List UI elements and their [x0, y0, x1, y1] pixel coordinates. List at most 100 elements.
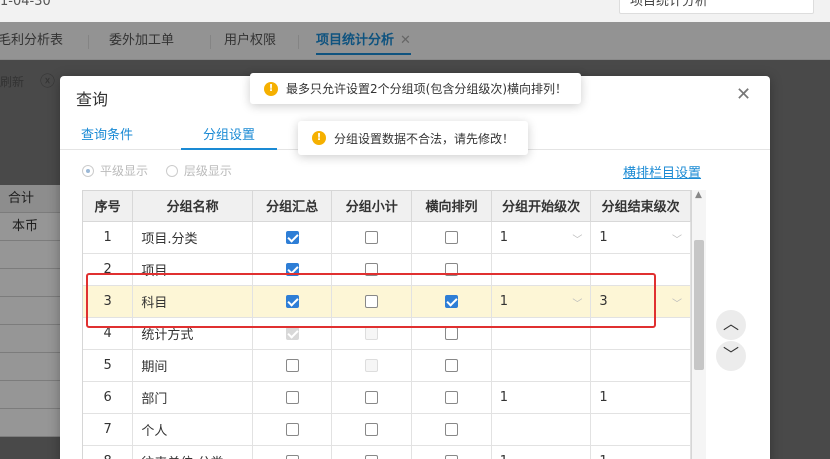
table-row[interactable]: 7 个人 — [83, 413, 691, 446]
cell-start-level[interactable]: 1 — [491, 445, 592, 459]
horizontal-checkbox[interactable] — [444, 262, 458, 276]
cell-summary — [252, 253, 333, 286]
cell-group-name: 科目 — [132, 285, 253, 318]
tab-group-settings[interactable]: 分组设置 — [181, 124, 277, 150]
cell-group-name: 往来单位.分类 — [132, 445, 253, 459]
col-header-end-level: 分组结束级次 — [590, 191, 691, 222]
radio-dot — [165, 164, 178, 177]
cell-end-level[interactable] — [590, 349, 691, 382]
summary-checkbox[interactable] — [285, 294, 299, 308]
end-level-value: 1 — [599, 229, 608, 245]
end-level-value: 3 — [599, 293, 608, 309]
cell-start-level[interactable]: 1 ﹀ — [491, 285, 592, 318]
cell-no: 3 — [83, 285, 134, 318]
summary-checkbox[interactable] — [285, 454, 299, 459]
move-up-button[interactable]: ︿ — [716, 310, 746, 340]
start-level-value: 1 — [500, 454, 508, 459]
col-header-horizontal: 横向排列 — [411, 191, 492, 222]
col-header-subtotal: 分组小计 — [331, 191, 413, 222]
cell-subtotal — [331, 285, 413, 318]
table-row[interactable]: 8往来单位.分类 1 1 — [83, 445, 691, 459]
radio-level-display[interactable]: 层级显示 — [165, 162, 232, 179]
start-level-value: 1 — [499, 293, 509, 309]
horizontal-checkbox[interactable] — [444, 454, 458, 459]
move-down-button[interactable]: ﹀ — [716, 341, 746, 371]
summary-checkbox[interactable] — [285, 230, 299, 244]
subtotal-checkbox[interactable] — [365, 294, 379, 308]
cell-end-level[interactable]: 1 ﹀ — [590, 221, 691, 254]
subtotal-checkbox[interactable] — [365, 230, 379, 244]
cell-start-level[interactable] — [491, 317, 592, 350]
horizontal-checkbox[interactable] — [444, 230, 458, 244]
cell-subtotal — [331, 445, 413, 459]
table-row[interactable]: 5 期间 — [83, 349, 691, 382]
cell-horizontal — [411, 317, 492, 350]
radio-level-label: 层级显示 — [183, 164, 232, 178]
table-row[interactable]: 4 统计方式 — [83, 317, 691, 350]
horizontal-checkbox[interactable] — [444, 422, 458, 436]
end-level-value: 1 — [599, 389, 608, 405]
horizontal-checkbox[interactable] — [444, 358, 458, 372]
chevron-up-icon: ︿ — [722, 314, 739, 333]
cell-no: 1 — [83, 221, 134, 254]
table-header-row: 序号 分组名称 分组汇总 分组小计 横向排列 分组开始级次 分组结束级次 — [83, 191, 691, 222]
summary-checkbox[interactable] — [285, 262, 299, 276]
cell-no: 2 — [83, 253, 134, 286]
table-row[interactable]: 2 项目 — [83, 253, 691, 286]
cell-end-level[interactable] — [590, 253, 691, 286]
dialog-title: 查询 — [76, 90, 109, 109]
subtotal-checkbox[interactable] — [365, 422, 379, 436]
cell-group-name: 项目 — [132, 253, 253, 286]
chevron-down-icon[interactable]: ﹀ — [672, 231, 682, 246]
cell-end-level[interactable] — [590, 317, 691, 350]
cell-summary — [252, 221, 333, 254]
start-level-value: 1 — [499, 229, 509, 245]
subtotal-checkbox[interactable] — [365, 454, 379, 459]
subtotal-checkbox[interactable] — [365, 390, 379, 404]
search-input[interactable]: 项目统计分析 — [619, 0, 814, 14]
cell-horizontal — [411, 381, 492, 414]
cell-end-level[interactable]: 3 ﹀ — [590, 285, 691, 318]
cell-start-level[interactable] — [491, 349, 592, 382]
cell-no: 7 — [83, 413, 134, 446]
cell-start-level[interactable] — [491, 253, 592, 286]
summary-checkbox[interactable] — [285, 358, 299, 372]
horizontal-checkbox[interactable] — [444, 294, 458, 308]
display-mode-radios: 平级显示 层级显示 — [82, 162, 246, 180]
cell-end-level[interactable]: 1 — [590, 445, 691, 459]
cell-no: 5 — [83, 349, 134, 382]
group-settings-table: 序号 分组名称 分组汇总 分组小计 横向排列 分组开始级次 分组结束级次 1 项目… — [82, 190, 692, 459]
cell-start-level[interactable] — [491, 413, 592, 446]
cell-horizontal — [411, 221, 492, 254]
radio-flat-display[interactable]: 平级显示 — [82, 162, 148, 179]
cell-end-level[interactable] — [590, 413, 691, 446]
subtotal-checkbox[interactable] — [365, 262, 379, 276]
table-scrollbar[interactable]: ▲ — [692, 190, 706, 459]
chevron-down-icon[interactable]: ﹀ — [572, 231, 582, 246]
chevron-down-icon[interactable]: ﹀ — [672, 295, 682, 310]
chevron-down-icon[interactable]: ﹀ — [572, 295, 582, 310]
summary-checkbox[interactable] — [285, 390, 299, 404]
table-row[interactable]: 1 项目.分类 1 ﹀ 1 ﹀ — [83, 221, 691, 254]
table-row[interactable]: 3 科目 1 ﹀ 3 ﹀ — [83, 285, 691, 318]
cell-subtotal — [331, 253, 413, 286]
close-icon[interactable]: ✕ — [736, 84, 751, 105]
cell-horizontal — [411, 349, 492, 382]
cell-start-level[interactable]: 1 — [491, 381, 592, 414]
scroll-up-icon[interactable]: ▲ — [695, 190, 702, 200]
cell-group-name: 个人 — [132, 413, 253, 446]
table-row[interactable]: 6 部门 1 1 — [83, 381, 691, 414]
cell-start-level[interactable]: 1 ﹀ — [491, 221, 592, 254]
subtotal-checkbox — [365, 326, 379, 340]
cell-summary — [252, 413, 333, 446]
horizontal-checkbox[interactable] — [444, 390, 458, 404]
tab-query-conditions[interactable]: 查询条件 — [81, 124, 133, 150]
col-header-name: 分组名称 — [132, 191, 253, 222]
horizontal-columns-link[interactable]: 横排栏目设置 — [623, 162, 701, 181]
cell-end-level[interactable]: 1 — [590, 381, 691, 414]
scrollbar-thumb[interactable] — [694, 240, 704, 370]
warning-toast-invalid-data: ! 分组设置数据不合法，请先修改！ — [298, 121, 529, 155]
summary-checkbox[interactable] — [285, 422, 299, 436]
horizontal-checkbox[interactable] — [444, 326, 458, 340]
col-header-no: 序号 — [83, 191, 134, 222]
